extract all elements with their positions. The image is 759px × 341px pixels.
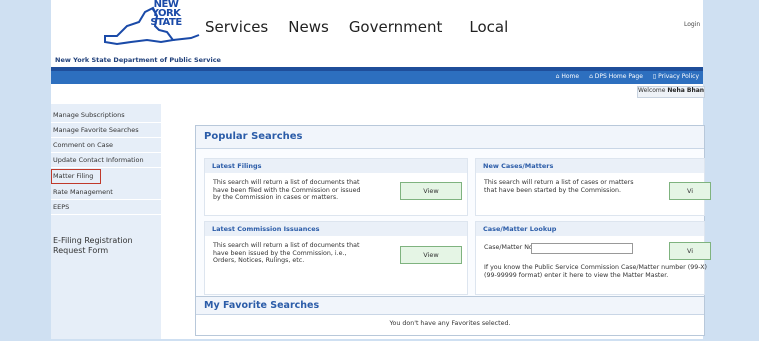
latest-filings-description: This search will return a list of docume…: [213, 179, 361, 201]
nav-services[interactable]: Services: [205, 18, 268, 36]
sidebar: Manage Subscriptions Manage Favorite Sea…: [51, 104, 161, 339]
top-header: NEW YORK STATE Services News Government …: [51, 0, 703, 55]
new-cases-title: New Cases/Matters: [476, 159, 704, 173]
privacy-policy-link[interactable]: ▯ Privacy Policy: [653, 73, 699, 80]
logo-line-state: STATE: [150, 17, 182, 28]
popular-searches-header: Popular Searches: [196, 126, 704, 149]
nav-local[interactable]: Local: [469, 18, 508, 36]
case-lookup-title: Case/Matter Lookup: [476, 222, 704, 236]
latest-issuances-view-button[interactable]: View: [400, 246, 462, 264]
home-link-label: Home: [561, 73, 580, 80]
latest-filings-view-button[interactable]: View: [400, 182, 462, 200]
logo-wordmark: NEW YORK STATE: [131, 0, 201, 28]
new-cases-description: This search will return a list of cases …: [484, 179, 634, 194]
left-frame: [0, 0, 51, 341]
sidebar-item-rate-management[interactable]: Rate Management: [51, 185, 161, 200]
case-number-label: Case/Matter No:: [484, 244, 535, 251]
popular-searches-title: Popular Searches: [204, 131, 303, 142]
privacy-policy-link-label: Privacy Policy: [658, 73, 699, 80]
sidebar-item-update-contact-information[interactable]: Update Contact Information: [51, 153, 161, 168]
latest-filings-section: Latest Filings This search will return a…: [204, 158, 468, 216]
favorite-searches-header: My Favorite Searches: [196, 297, 704, 315]
latest-issuances-section: Latest Commission Issuances This search …: [204, 221, 468, 295]
dps-home-link-label: DPS Home Page: [594, 73, 643, 80]
welcome-user-name: Neha Bhan: [667, 87, 705, 94]
popular-searches-panel: Popular Searches Latest Filings This sea…: [195, 125, 711, 297]
home-link[interactable]: ⌂ Home: [556, 73, 579, 80]
sidebar-item-comment-on-case[interactable]: Comment on Case: [51, 138, 161, 153]
welcome-badge: Welcome Neha Bhan: [637, 86, 705, 98]
case-number-input[interactable]: [531, 243, 633, 254]
dps-home-link[interactable]: ⌂ DPS Home Page: [589, 73, 643, 80]
favorite-searches-panel: My Favorite Searches You don't have any …: [195, 296, 705, 336]
sidebar-item-manage-subscriptions[interactable]: Manage Subscriptions: [51, 108, 161, 123]
sidebar-item-manage-favorite-searches[interactable]: Manage Favorite Searches: [51, 123, 161, 138]
sidebar-item-eeps[interactable]: EEPS: [51, 200, 161, 215]
favorite-searches-title: My Favorite Searches: [204, 300, 320, 311]
case-lookup-hint: If you know the Public Service Commissio…: [484, 264, 707, 279]
welcome-prefix: Welcome: [638, 87, 666, 94]
right-frame: [703, 0, 759, 341]
department-name: New York State Department of Public Serv…: [55, 56, 221, 64]
latest-filings-title: Latest Filings: [205, 159, 467, 173]
sidebar-item-efiling-registration[interactable]: E-Filing Registration Request Form: [53, 236, 158, 256]
sidebar-item-matter-filing[interactable]: Matter Filing: [51, 169, 101, 184]
favorite-searches-empty-message: You don't have any Favorites selected.: [389, 320, 511, 327]
latest-issuances-description: This search will return a list of docume…: [213, 242, 360, 264]
nav-government[interactable]: Government: [349, 18, 443, 36]
new-cases-section: New Cases/Matters This search will retur…: [475, 158, 711, 216]
utility-link-bar: ⌂ Home ⌂ DPS Home Page ▯ Privacy Policy: [51, 71, 703, 84]
login-link[interactable]: Login: [684, 21, 700, 28]
case-lookup-section: Case/Matter Lookup Case/Matter No: Vi If…: [475, 221, 711, 295]
nav-news[interactable]: News: [288, 18, 329, 36]
latest-issuances-title: Latest Commission Issuances: [205, 222, 467, 236]
main-nav: Services News Government Local: [205, 18, 508, 36]
case-lookup-view-button[interactable]: Vi: [669, 242, 711, 260]
new-cases-view-button[interactable]: Vi: [669, 182, 711, 200]
